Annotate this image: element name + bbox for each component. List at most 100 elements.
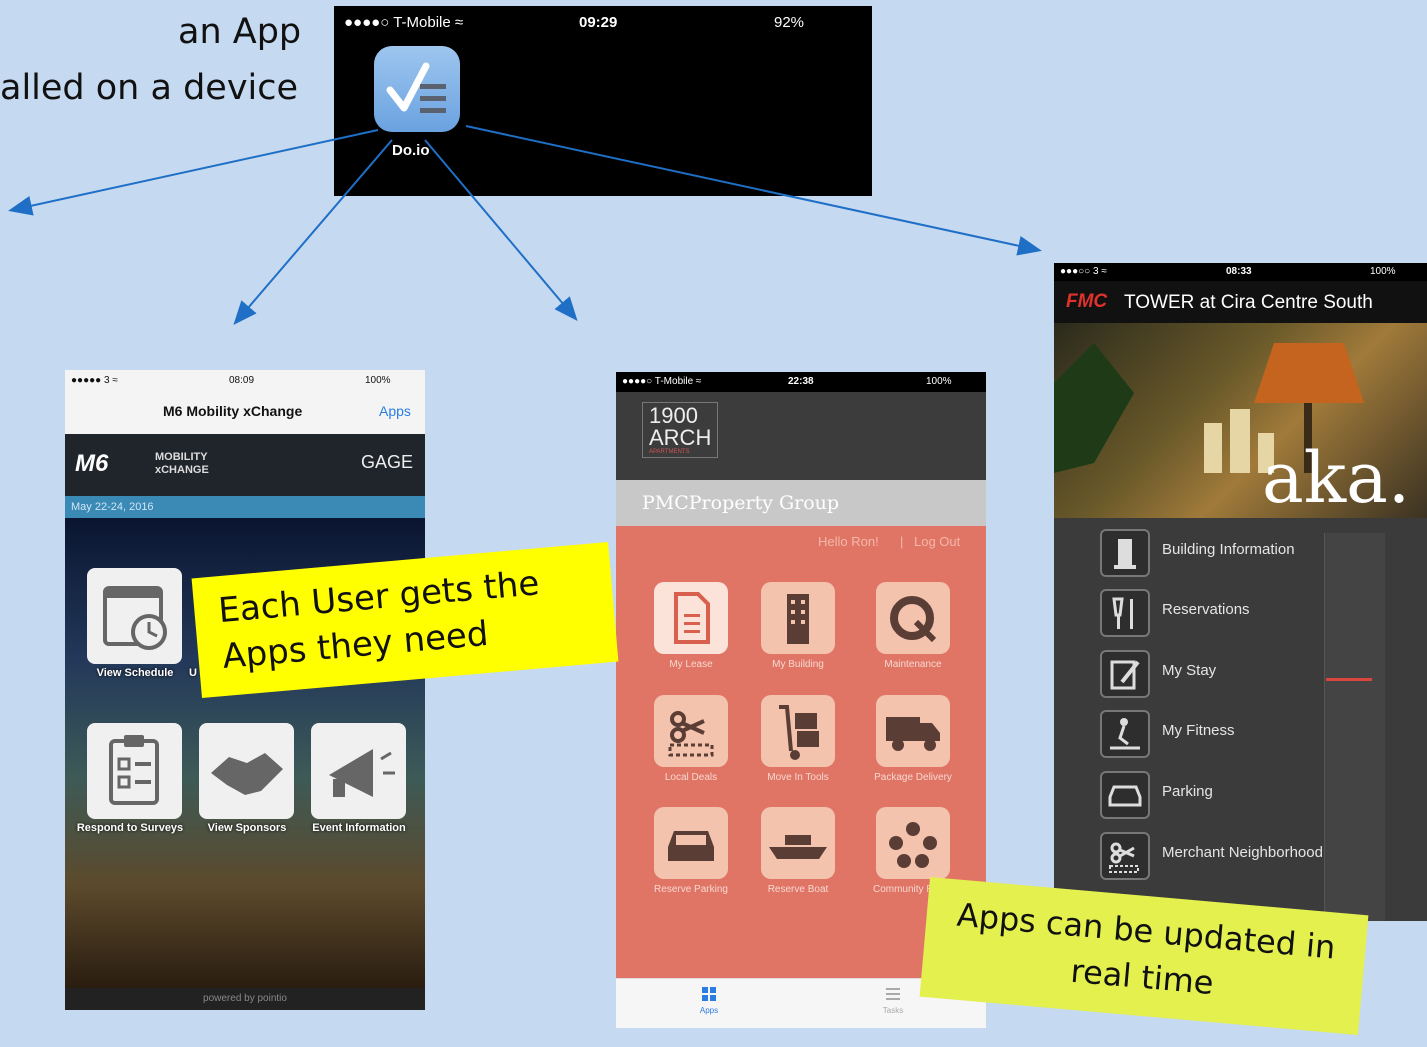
menu-label: Building Information — [1162, 541, 1295, 558]
menu-label: Merchant Neighborhood — [1162, 844, 1323, 861]
edit-document-icon — [1100, 650, 1150, 698]
menu-parking[interactable]: Parking — [1100, 771, 1420, 821]
view-sponsors-label: View Sponsors — [207, 822, 287, 834]
arrow-phone2 — [424, 139, 578, 322]
menu-label: Reservations — [1162, 601, 1250, 618]
truck-icon — [886, 717, 940, 751]
car-icon — [1100, 771, 1150, 819]
move-in-tools-tile[interactable] — [761, 695, 835, 767]
status-battery: 100% — [365, 375, 391, 386]
reserve-parking-label: Reserve Parking — [654, 884, 728, 895]
tower-title: TOWER at Cira Centre South — [1124, 292, 1373, 313]
status-bar: ●●●○○ 3 ≈ 08:33 100% — [1054, 263, 1427, 281]
building-icon — [1100, 529, 1150, 577]
community-room-tile[interactable] — [876, 807, 950, 879]
fmc-app-screen: ●●●○○ 3 ≈ 08:33 100% FMC TOWER at Cira C… — [1054, 263, 1427, 921]
nav-title: M6 Mobility xChange — [163, 403, 303, 419]
menu-label: My Fitness — [1162, 722, 1235, 739]
tab-tasks[interactable]: Tasks — [878, 987, 908, 1015]
menu-my-stay[interactable]: My Stay — [1100, 650, 1420, 700]
logout-link[interactable]: Log Out — [914, 534, 960, 549]
handshake-icon — [211, 753, 283, 795]
separator: | — [900, 534, 904, 549]
logo-line-1: 1900 — [649, 403, 698, 428]
apps-grid-icon — [702, 987, 716, 1001]
event-info-tile[interactable] — [311, 723, 406, 819]
brand-sub-2: xCHANGE — [155, 464, 209, 476]
car-icon — [668, 831, 714, 861]
status-time: 22:38 — [788, 376, 814, 387]
my-lease-label: My Lease — [669, 659, 713, 670]
view-schedule-tile[interactable] — [87, 568, 182, 664]
fmc-logo: FMC — [1066, 291, 1108, 312]
reserve-parking-tile[interactable] — [654, 807, 728, 879]
respond-surveys-label: Respond to Surveys — [76, 822, 184, 834]
boat-icon — [769, 835, 827, 859]
package-delivery-tile[interactable] — [876, 695, 950, 767]
maintenance-tile[interactable] — [876, 582, 950, 654]
building-header: 1900 ARCH APARTMENTS — [616, 392, 986, 480]
my-lease-tile[interactable] — [654, 582, 728, 654]
menu-building-info[interactable]: Building Information — [1100, 529, 1420, 579]
arrow-phone1 — [233, 139, 393, 326]
building-icon — [787, 594, 809, 644]
apps-button[interactable]: Apps — [379, 403, 411, 419]
brand-sub-1: MOBILITY — [155, 451, 208, 463]
coupon-scissors-icon — [668, 711, 714, 757]
local-deals-tile[interactable] — [654, 695, 728, 767]
document-icon — [674, 592, 710, 644]
tab-apps-label: Apps — [699, 1006, 719, 1015]
hello-user: Hello Ron! — [818, 534, 879, 549]
gage-logo: GAGE — [361, 452, 414, 472]
status-signal: ●●●●● 3 ≈ — [71, 375, 118, 386]
event-dates: May 22-24, 2016 — [71, 501, 154, 513]
status-bar: ●●●●● 3 ≈ 08:09 100% — [65, 370, 425, 392]
date-bar: May 22-24, 2016 — [65, 496, 425, 518]
arrow-left — [8, 129, 379, 216]
people-group-icon — [889, 822, 937, 868]
respond-surveys-tile[interactable] — [87, 723, 182, 819]
powered-by: powered by pointio — [65, 988, 425, 1010]
utensils-icon — [1100, 589, 1150, 637]
aka-logo: aka. — [1262, 437, 1411, 519]
megaphone-icon — [329, 749, 395, 797]
pmc-title: PMCProperty Group — [642, 492, 840, 514]
m6-logo: M6 — [75, 450, 109, 477]
my-building-tile[interactable] — [761, 582, 835, 654]
reserve-boat-tile[interactable] — [761, 807, 835, 879]
status-battery: 100% — [926, 376, 952, 387]
maintenance-label: Maintenance — [884, 659, 942, 670]
tasks-list-icon — [886, 988, 900, 1000]
tab-apps[interactable]: Apps — [694, 987, 724, 1015]
status-battery: 100% — [1370, 266, 1396, 277]
status-time: 08:09 — [229, 375, 255, 386]
nav-bar: M6 Mobility xChange Apps — [65, 392, 425, 435]
event-banner: M6 MOBILITY xCHANGE GAGE — [65, 434, 425, 496]
move-in-tools-label: Move In Tools — [767, 772, 829, 783]
status-bar: ●●●●○ T-Mobile ≈ 22:38 100% — [616, 372, 986, 392]
arch-logo: 1900 ARCH APARTMENTS — [642, 402, 719, 458]
clipboard-icon — [109, 735, 159, 805]
my-building-label: My Building — [772, 659, 824, 670]
menu-label: Parking — [1162, 783, 1213, 800]
view-sponsors-tile[interactable] — [199, 723, 294, 819]
tab-tasks-label: Tasks — [882, 1006, 904, 1015]
gear-wrench-icon — [890, 596, 937, 643]
menu-merchant-neighborhood[interactable]: Merchant Neighborhood — [1100, 832, 1420, 882]
status-signal: ●●●○○ 3 ≈ — [1060, 266, 1107, 277]
status-time: 08:33 — [1226, 266, 1252, 277]
menu-reservations[interactable]: Reservations — [1100, 589, 1420, 639]
hand-truck-icon — [779, 705, 819, 760]
reserve-boat-label: Reserve Boat — [767, 884, 829, 895]
hero-image: aka. — [1054, 323, 1427, 518]
package-delivery-label: Package Delivery — [874, 772, 952, 783]
scissors-coupon-icon — [1100, 832, 1150, 880]
local-deals-label: Local Deals — [664, 772, 718, 783]
menu-my-fitness[interactable]: My Fitness — [1100, 710, 1420, 760]
title-bar: FMC TOWER at Cira Centre South — [1054, 281, 1427, 323]
calendar-clock-icon — [103, 586, 167, 650]
logo-line-2: ARCH — [649, 425, 712, 450]
status-carrier: ●●●●○ T-Mobile ≈ — [622, 376, 702, 387]
treadmill-icon — [1100, 710, 1150, 758]
event-info-label: Event Information — [312, 822, 406, 834]
